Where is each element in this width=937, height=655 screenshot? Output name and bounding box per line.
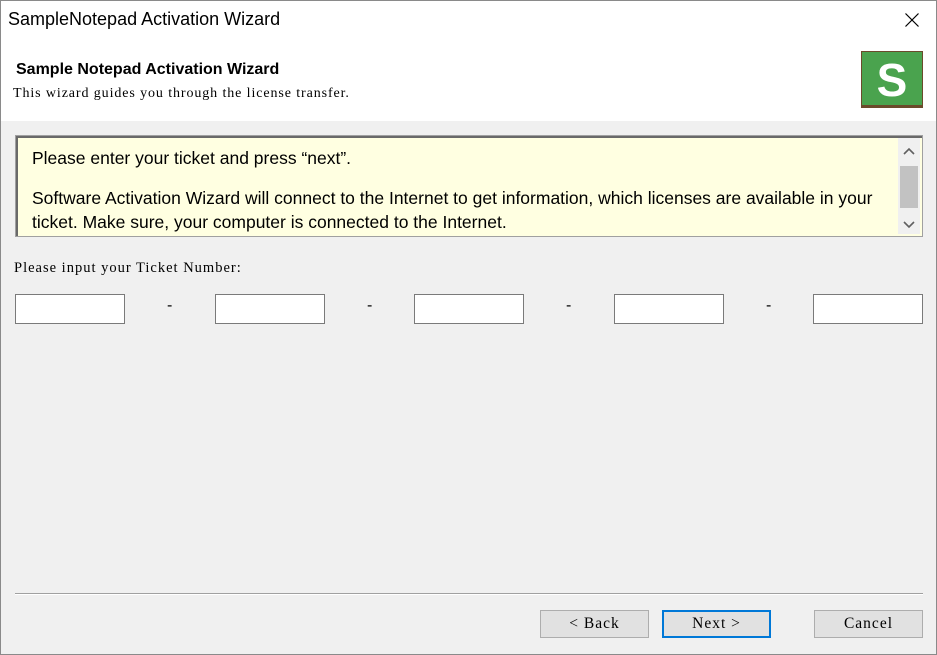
close-button[interactable] (888, 1, 936, 39)
info-message-box: Please enter your ticket and press “next… (15, 135, 923, 237)
ticket-field-2[interactable] (215, 294, 325, 324)
wizard-header: Sample Notepad Activation Wizard This wi… (1, 39, 936, 121)
scroll-thumb[interactable] (900, 166, 918, 208)
title-bar: SampleNotepad Activation Wizard (1, 1, 936, 39)
logo-s-icon: S (877, 54, 908, 105)
scroll-up-button[interactable] (901, 144, 917, 160)
wizard-title: Sample Notepad Activation Wizard (16, 61, 280, 78)
info-instruction: Please enter your ticket and press “next… (32, 148, 352, 168)
app-logo: S (861, 51, 923, 108)
logo-letter: S (877, 54, 908, 105)
ticket-field-4[interactable] (614, 294, 724, 324)
ticket-separator: - (566, 297, 572, 314)
next-button[interactable]: Next > (662, 610, 771, 638)
info-scrollbar[interactable] (898, 138, 920, 234)
activation-wizard-window: SampleNotepad Activation Wizard Sample N… (0, 0, 937, 655)
chevron-down-icon (903, 221, 915, 229)
ticket-number-label: Please input your Ticket Number: (14, 260, 242, 276)
ticket-separator: - (367, 297, 373, 314)
ticket-field-1[interactable] (15, 294, 125, 324)
chevron-up-icon (903, 147, 915, 155)
cancel-button[interactable]: Cancel (814, 610, 923, 638)
scroll-down-button[interactable] (901, 216, 917, 232)
window-title: SampleNotepad Activation Wizard (8, 9, 281, 29)
ticket-field-3[interactable] (414, 294, 524, 324)
wizard-subtitle: This wizard guides you through the licen… (13, 86, 350, 101)
ticket-separator: - (167, 297, 173, 314)
ticket-separator: - (766, 297, 772, 314)
info-connection-note: Software Activation Wizard will connect … (32, 188, 873, 232)
ticket-field-5[interactable] (813, 294, 923, 324)
close-icon (905, 13, 919, 27)
footer-divider (15, 593, 923, 595)
back-button[interactable]: < Back (540, 610, 649, 638)
